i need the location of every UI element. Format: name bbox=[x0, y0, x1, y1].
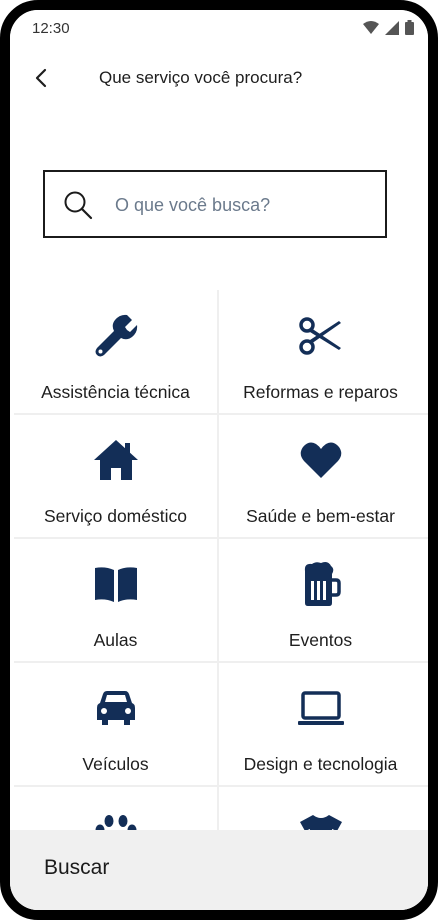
category-label: Eventos bbox=[288, 630, 353, 650]
search-input[interactable] bbox=[113, 186, 377, 224]
category-label: Reformas e reparos bbox=[243, 382, 398, 402]
category-label: Assistência técnica bbox=[41, 382, 190, 402]
category-label: Serviço doméstico bbox=[44, 506, 187, 526]
phone-frame: 12:30 Que serviço você procura? O que vo… bbox=[0, 0, 438, 920]
book-icon bbox=[94, 567, 137, 602]
scissors-icon bbox=[298, 317, 341, 355]
category-aulas[interactable]: Aulas bbox=[14, 538, 217, 661]
category-saude-bem-estar[interactable]: Saúde e bem-estar bbox=[219, 414, 422, 537]
category-label: Veículos bbox=[82, 754, 149, 774]
status-bar: 12:30 bbox=[10, 10, 428, 48]
category-label: Design e tecnologia bbox=[243, 754, 398, 774]
back-arrow-icon[interactable] bbox=[30, 66, 54, 90]
heart-icon bbox=[300, 442, 341, 478]
bottom-bar: Buscar bbox=[10, 830, 428, 910]
header: Que serviço você procura? bbox=[10, 58, 428, 98]
category-design-tecnologia[interactable]: Design e tecnologia bbox=[219, 662, 422, 785]
status-time: 12:30 bbox=[32, 20, 70, 37]
category-eventos[interactable]: Eventos bbox=[219, 538, 422, 661]
battery-icon bbox=[405, 20, 414, 35]
buscar-button[interactable]: Buscar bbox=[44, 856, 109, 880]
category-servico-domestico[interactable]: Serviço doméstico bbox=[14, 414, 217, 537]
wifi-icon bbox=[363, 20, 379, 34]
screen: 12:30 Que serviço você procura? O que vo… bbox=[10, 10, 428, 910]
category-reformas-reparos[interactable]: Reformas e reparos bbox=[219, 290, 422, 413]
car-icon bbox=[96, 691, 135, 725]
house-icon bbox=[93, 440, 138, 480]
page-title: Que serviço você procura? bbox=[99, 68, 303, 87]
status-icons bbox=[363, 20, 414, 35]
wrench-icon bbox=[95, 314, 137, 357]
search-box[interactable] bbox=[43, 170, 387, 238]
signal-icon bbox=[385, 20, 399, 35]
laptop-icon bbox=[297, 691, 344, 725]
category-grid: Assistência técnica Reformas e reparos S… bbox=[14, 290, 428, 850]
category-veiculos[interactable]: Veículos bbox=[14, 662, 217, 785]
beer-mug-icon bbox=[304, 562, 341, 606]
category-label: Saúde e bem-estar bbox=[246, 506, 395, 526]
category-label: Aulas bbox=[93, 630, 138, 650]
category-assistencia-tecnica[interactable]: Assistência técnica bbox=[14, 290, 217, 413]
search-icon bbox=[64, 191, 93, 220]
